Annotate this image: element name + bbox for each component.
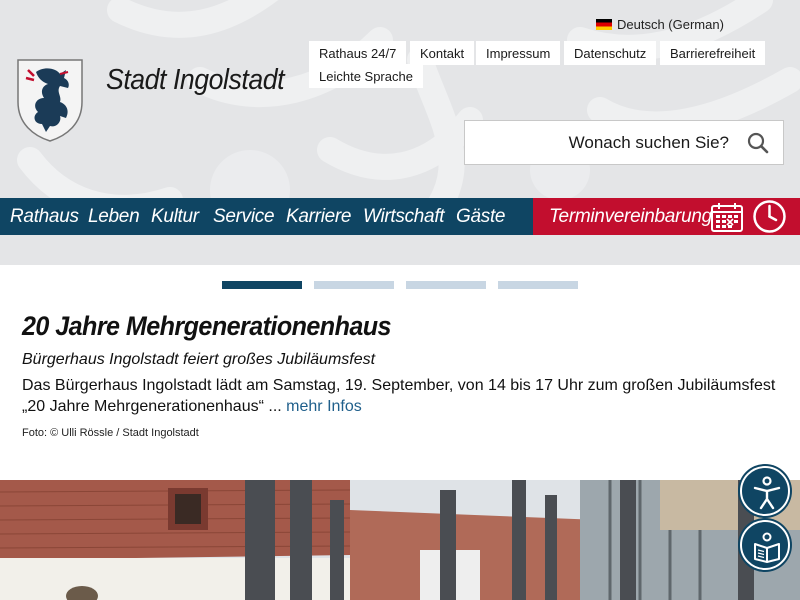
easy-read-button[interactable] [740,520,790,570]
article-subtitle: Bürgerhaus Ingolstadt feiert großes Jubi… [22,351,376,368]
language-label: Deutsch (German) [617,17,724,32]
site-title[interactable]: Stadt Ingolstadt [106,64,285,97]
appointment-link[interactable]: Terminvereinbarung [549,206,712,228]
search-placeholder: Wonach suchen Sie? [568,132,729,152]
reading-book-icon [754,532,780,563]
toplink-rathaus-24-7[interactable]: Rathaus 24/7 [309,41,407,65]
search-icon[interactable] [747,132,769,154]
article-title: 20 Jahre Mehrgenerationenhaus [22,311,392,341]
nav-item-leben[interactable]: Leben [88,206,140,228]
accessibility-person-icon [753,476,781,510]
slider-indicator-1[interactable] [222,281,302,289]
nav-item-kultur[interactable]: Kultur [151,206,199,228]
slider-indicator-3[interactable] [406,281,486,289]
toplink-kontakt[interactable]: Kontakt [410,41,475,65]
german-flag-icon [596,19,612,30]
article-text: Das Bürgerhaus Ingolstadt lädt am Samsta… [22,377,776,415]
nav-item-wirtschaft[interactable]: Wirtschaft [363,206,445,228]
language-switch[interactable]: Deutsch (German) [596,17,724,32]
toplink-leichte-sprache[interactable]: Leichte Sprache [309,64,423,88]
search-field[interactable]: Wonach suchen Sie? [464,120,784,165]
nav-item-gaeste[interactable]: Gäste [456,206,506,228]
nav-spacer [0,235,800,265]
accessibility-button[interactable] [740,466,790,516]
toplink-datenschutz[interactable]: Datenschutz [564,41,657,65]
toplink-impressum[interactable]: Impressum [476,41,561,65]
article-teaser: Das Bürgerhaus Ingolstadt lädt am Samsta… [22,375,792,417]
city-coat-of-arms-logo[interactable] [16,58,84,142]
more-info-link[interactable]: mehr Infos [286,398,362,415]
article-photo [0,480,800,600]
clock-icon[interactable] [752,199,787,234]
nav-item-karriere[interactable]: Karriere [286,206,351,228]
photo-credit: Foto: © Ulli Rössle / Stadt Ingolstadt [22,427,199,439]
nav-item-rathaus[interactable]: Rathaus [10,206,79,228]
nav-item-service[interactable]: Service [213,206,275,228]
calendar-icon[interactable] [710,201,744,233]
slider-indicator-2[interactable] [314,281,394,289]
appointment-bar: Terminvereinbarung [533,198,800,235]
toplink-barrierefreiheit[interactable]: Barrierefreiheit [660,41,766,65]
slider-indicator-4[interactable] [498,281,578,289]
